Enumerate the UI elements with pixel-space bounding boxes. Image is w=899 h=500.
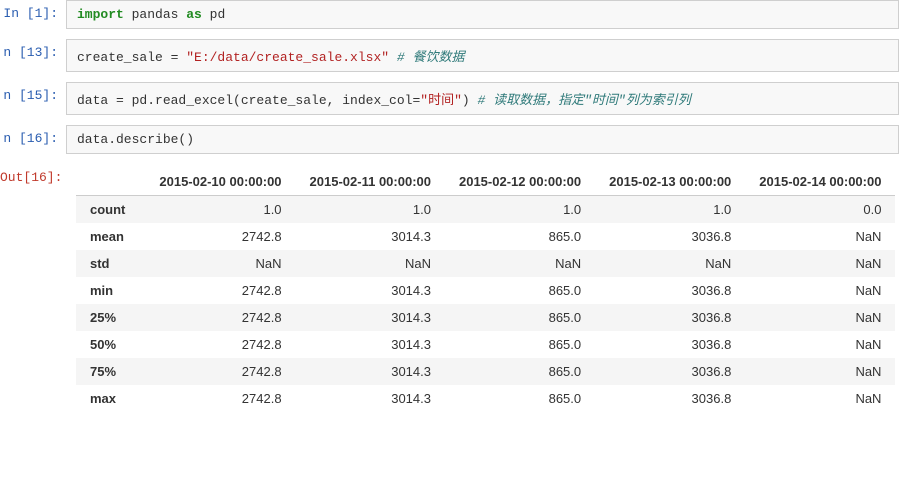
table-row: min2742.83014.3865.03036.8NaN bbox=[76, 277, 895, 304]
table-cell: NaN bbox=[745, 223, 895, 250]
table-cell: 3014.3 bbox=[296, 223, 445, 250]
table-cell: 2742.8 bbox=[145, 304, 295, 331]
table-cell: 3036.8 bbox=[595, 331, 745, 358]
code-input[interactable]: data = pd.read_excel(create_sale, index_… bbox=[66, 82, 899, 115]
table-cell: NaN bbox=[745, 250, 895, 277]
table-cell: 3014.3 bbox=[296, 385, 445, 412]
table-row: 25%2742.83014.3865.03036.8NaN bbox=[76, 304, 895, 331]
table-cell: NaN bbox=[445, 250, 595, 277]
row-label: mean bbox=[76, 223, 145, 250]
table-cell: 3036.8 bbox=[595, 277, 745, 304]
table-cell: 2742.8 bbox=[145, 331, 295, 358]
code-cell: n [16]: data.describe() bbox=[0, 125, 899, 154]
table-header-cell: 2015-02-14 00:00:00 bbox=[745, 168, 895, 196]
output-area: 2015-02-10 00:00:00 2015-02-11 00:00:00 … bbox=[66, 164, 899, 412]
table-cell: 2742.8 bbox=[145, 277, 295, 304]
table-cell: NaN bbox=[745, 304, 895, 331]
table-row: mean2742.83014.3865.03036.8NaN bbox=[76, 223, 895, 250]
table-header-cell: 2015-02-12 00:00:00 bbox=[445, 168, 595, 196]
table-cell: 865.0 bbox=[445, 223, 595, 250]
input-prompt: n [16]: bbox=[0, 125, 66, 152]
input-prompt: n [13]: bbox=[0, 39, 66, 66]
table-cell: 3036.8 bbox=[595, 385, 745, 412]
row-label: 75% bbox=[76, 358, 145, 385]
table-cell: 1.0 bbox=[145, 196, 295, 224]
code-cell: n [13]: create_sale = "E:/data/create_sa… bbox=[0, 39, 899, 72]
row-label: count bbox=[76, 196, 145, 224]
row-label: 50% bbox=[76, 331, 145, 358]
table-cell: 3036.8 bbox=[595, 358, 745, 385]
table-cell: 3014.3 bbox=[296, 277, 445, 304]
table-cell: 865.0 bbox=[445, 358, 595, 385]
code-cell: n [15]: data = pd.read_excel(create_sale… bbox=[0, 82, 899, 115]
table-cell: 3014.3 bbox=[296, 304, 445, 331]
table-cell: 3036.8 bbox=[595, 304, 745, 331]
table-cell: NaN bbox=[296, 250, 445, 277]
table-cell: 1.0 bbox=[595, 196, 745, 224]
table-cell: NaN bbox=[745, 358, 895, 385]
table-cell: 2742.8 bbox=[145, 223, 295, 250]
table-cell: 2742.8 bbox=[145, 358, 295, 385]
table-cell: NaN bbox=[745, 331, 895, 358]
table-cell: 1.0 bbox=[445, 196, 595, 224]
table-header-row: 2015-02-10 00:00:00 2015-02-11 00:00:00 … bbox=[76, 168, 895, 196]
input-prompt: n [15]: bbox=[0, 82, 66, 109]
table-header-cell: 2015-02-13 00:00:00 bbox=[595, 168, 745, 196]
row-label: 25% bbox=[76, 304, 145, 331]
table-cell: 1.0 bbox=[296, 196, 445, 224]
table-cell: NaN bbox=[145, 250, 295, 277]
table-header-cell: 2015-02-10 00:00:00 bbox=[145, 168, 295, 196]
code-input[interactable]: data.describe() bbox=[66, 125, 899, 154]
output-prompt: Out[16]: bbox=[0, 164, 66, 191]
table-cell: 2742.8 bbox=[145, 385, 295, 412]
table-cell: NaN bbox=[745, 385, 895, 412]
table-header-cell: 2015-02-11 00:00:00 bbox=[296, 168, 445, 196]
code-cell: In [1]: import pandas as pd bbox=[0, 0, 899, 29]
dataframe-table: 2015-02-10 00:00:00 2015-02-11 00:00:00 … bbox=[76, 168, 895, 412]
table-cell: NaN bbox=[745, 277, 895, 304]
table-cell: 3014.3 bbox=[296, 358, 445, 385]
table-cell: NaN bbox=[595, 250, 745, 277]
code-input[interactable]: import pandas as pd bbox=[66, 0, 899, 29]
table-row: count1.01.01.01.00.0 bbox=[76, 196, 895, 224]
table-cell: 0.0 bbox=[745, 196, 895, 224]
table-row: max2742.83014.3865.03036.8NaN bbox=[76, 385, 895, 412]
row-label: max bbox=[76, 385, 145, 412]
table-cell: 865.0 bbox=[445, 304, 595, 331]
table-row: 75%2742.83014.3865.03036.8NaN bbox=[76, 358, 895, 385]
table-header-cell bbox=[76, 168, 145, 196]
code-input[interactable]: create_sale = "E:/data/create_sale.xlsx"… bbox=[66, 39, 899, 72]
output-cell: Out[16]: 2015-02-10 00:00:00 2015-02-11 … bbox=[0, 164, 899, 412]
input-prompt: In [1]: bbox=[0, 0, 66, 27]
table-cell: 3036.8 bbox=[595, 223, 745, 250]
table-row: stdNaNNaNNaNNaNNaN bbox=[76, 250, 895, 277]
table-cell: 865.0 bbox=[445, 385, 595, 412]
table-row: 50%2742.83014.3865.03036.8NaN bbox=[76, 331, 895, 358]
table-cell: 865.0 bbox=[445, 277, 595, 304]
row-label: std bbox=[76, 250, 145, 277]
table-cell: 3014.3 bbox=[296, 331, 445, 358]
row-label: min bbox=[76, 277, 145, 304]
table-cell: 865.0 bbox=[445, 331, 595, 358]
